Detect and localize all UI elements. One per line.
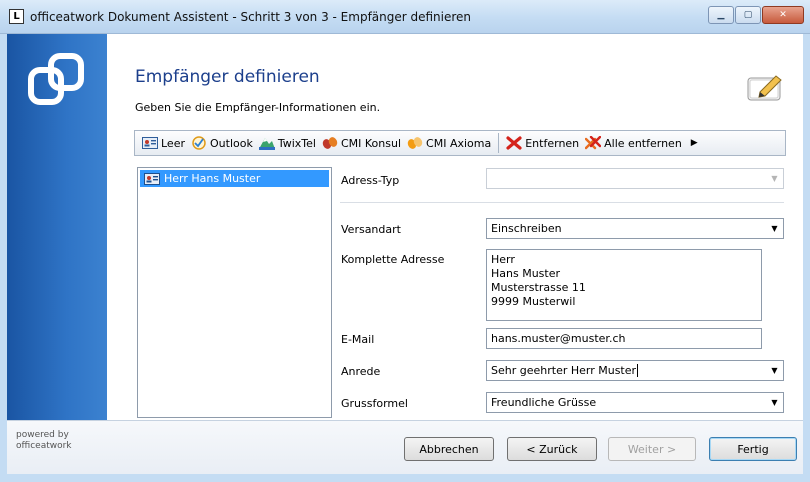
email-field[interactable]: hans.muster@muster.ch	[486, 328, 762, 349]
list-item[interactable]: Herr Hans Muster	[140, 170, 329, 187]
toolbar-label: CMI Axioma	[426, 136, 492, 150]
powered-by-line1: powered by	[16, 430, 69, 440]
toolbar-label: Outlook	[210, 136, 253, 150]
toolbar-button-outlook[interactable]: Outlook	[188, 133, 256, 153]
versandart-value: Einschreiben	[491, 222, 562, 235]
chevron-down-icon[interactable]: ▼	[766, 361, 783, 380]
close-button[interactable]: ✕	[762, 6, 804, 24]
form-divider	[340, 202, 784, 203]
twixtel-icon	[258, 138, 275, 150]
page-subtitle: Geben Sie die Empfänger-Informationen ei…	[135, 101, 381, 114]
window-frame-bottom	[0, 474, 810, 482]
toolbar-label: Alle entfernen	[604, 136, 682, 150]
title-bar: L officeatwork Dokument Assistent - Schr…	[0, 0, 810, 34]
adress-typ-label: Adress-Typ	[341, 174, 400, 187]
toolbar-label: CMI Konsul	[340, 136, 402, 150]
toolbar-button-twixtel[interactable]: TwixTel	[256, 133, 319, 153]
next-button[interactable]: Weiter >	[608, 437, 696, 461]
cancel-button[interactable]: Abbrechen	[404, 437, 494, 461]
toolbar-button-cmi-axioma[interactable]: CMI Axioma	[404, 133, 494, 153]
red-x-multi-icon	[585, 136, 602, 150]
toolbar-separator	[498, 133, 500, 153]
chevron-down-icon[interactable]: ▼	[766, 393, 783, 412]
versandart-label: Versandart	[341, 223, 401, 236]
chevron-down-icon[interactable]: ▼	[766, 219, 783, 238]
grussformel-label: Grussformel	[341, 397, 408, 410]
toolbar-label: Entfernen	[525, 136, 580, 150]
grussformel-combobox[interactable]: Freundliche Grüsse ▼	[486, 392, 784, 413]
window-title: officeatwork Dokument Assistent - Schrit…	[30, 10, 472, 24]
anrede-label: Anrede	[341, 365, 381, 378]
recipient-toolbar: Leer Outlook TwixTel CMI Konsul CMI Axio…	[134, 130, 786, 156]
anrede-combobox[interactable]: Sehr geehrter Herr Muster ▼	[486, 360, 784, 381]
contact-card-icon	[142, 137, 158, 149]
window-frame-right	[803, 34, 810, 482]
toolbar-overflow-arrow-icon[interactable]: ▶	[691, 138, 698, 148]
versandart-combobox[interactable]: Einschreiben ▼	[486, 218, 784, 239]
powered-by-line2: officeatwork	[16, 441, 72, 451]
app-icon: L	[9, 9, 24, 24]
page-title: Empfänger definieren	[135, 67, 320, 87]
back-button[interactable]: < Zurück	[507, 437, 597, 461]
toolbar-label: TwixTel	[277, 136, 316, 150]
adresse-label: Komplette Adresse	[341, 253, 445, 266]
officeatwork-logo-icon	[28, 53, 84, 105]
cmi-konsul-icon	[322, 137, 338, 149]
cmi-axioma-icon	[407, 137, 423, 149]
toolbar-button-alle-entfernen[interactable]: Alle entfernen	[582, 133, 685, 153]
window-controls: ▁ ▢ ✕	[708, 6, 804, 24]
recipient-list[interactable]: Herr Hans Muster	[137, 167, 332, 418]
toolbar-button-cmi-konsul[interactable]: CMI Konsul	[319, 133, 404, 153]
grussformel-value: Freundliche Grüsse	[491, 396, 597, 409]
text-caret	[637, 364, 639, 377]
maximize-button[interactable]: ▢	[735, 6, 761, 24]
toolbar-button-entfernen[interactable]: Entfernen	[503, 133, 582, 153]
outlook-icon	[192, 136, 206, 150]
anrede-value: Sehr geehrter Herr Muster	[491, 364, 637, 377]
finish-button[interactable]: Fertig	[709, 437, 797, 461]
powered-by-text: powered by officeatwork	[16, 430, 72, 452]
email-label: E-Mail	[341, 333, 375, 346]
toolbar-label: Leer	[161, 136, 185, 150]
toolbar-button-leer[interactable]: Leer	[139, 133, 188, 153]
komplette-adresse-textarea[interactable]: Herr Hans Muster Musterstrasse 11 9999 M…	[486, 249, 762, 321]
adress-typ-combobox[interactable]: ▼	[486, 168, 784, 189]
red-x-icon	[506, 136, 522, 150]
contact-card-icon	[144, 172, 160, 185]
recipient-name: Herr Hans Muster	[164, 172, 261, 185]
chevron-down-icon[interactable]: ▼	[766, 169, 783, 188]
minimize-button[interactable]: ▁	[708, 6, 734, 24]
edit-document-icon	[747, 75, 782, 101]
window-frame-left	[0, 34, 7, 482]
